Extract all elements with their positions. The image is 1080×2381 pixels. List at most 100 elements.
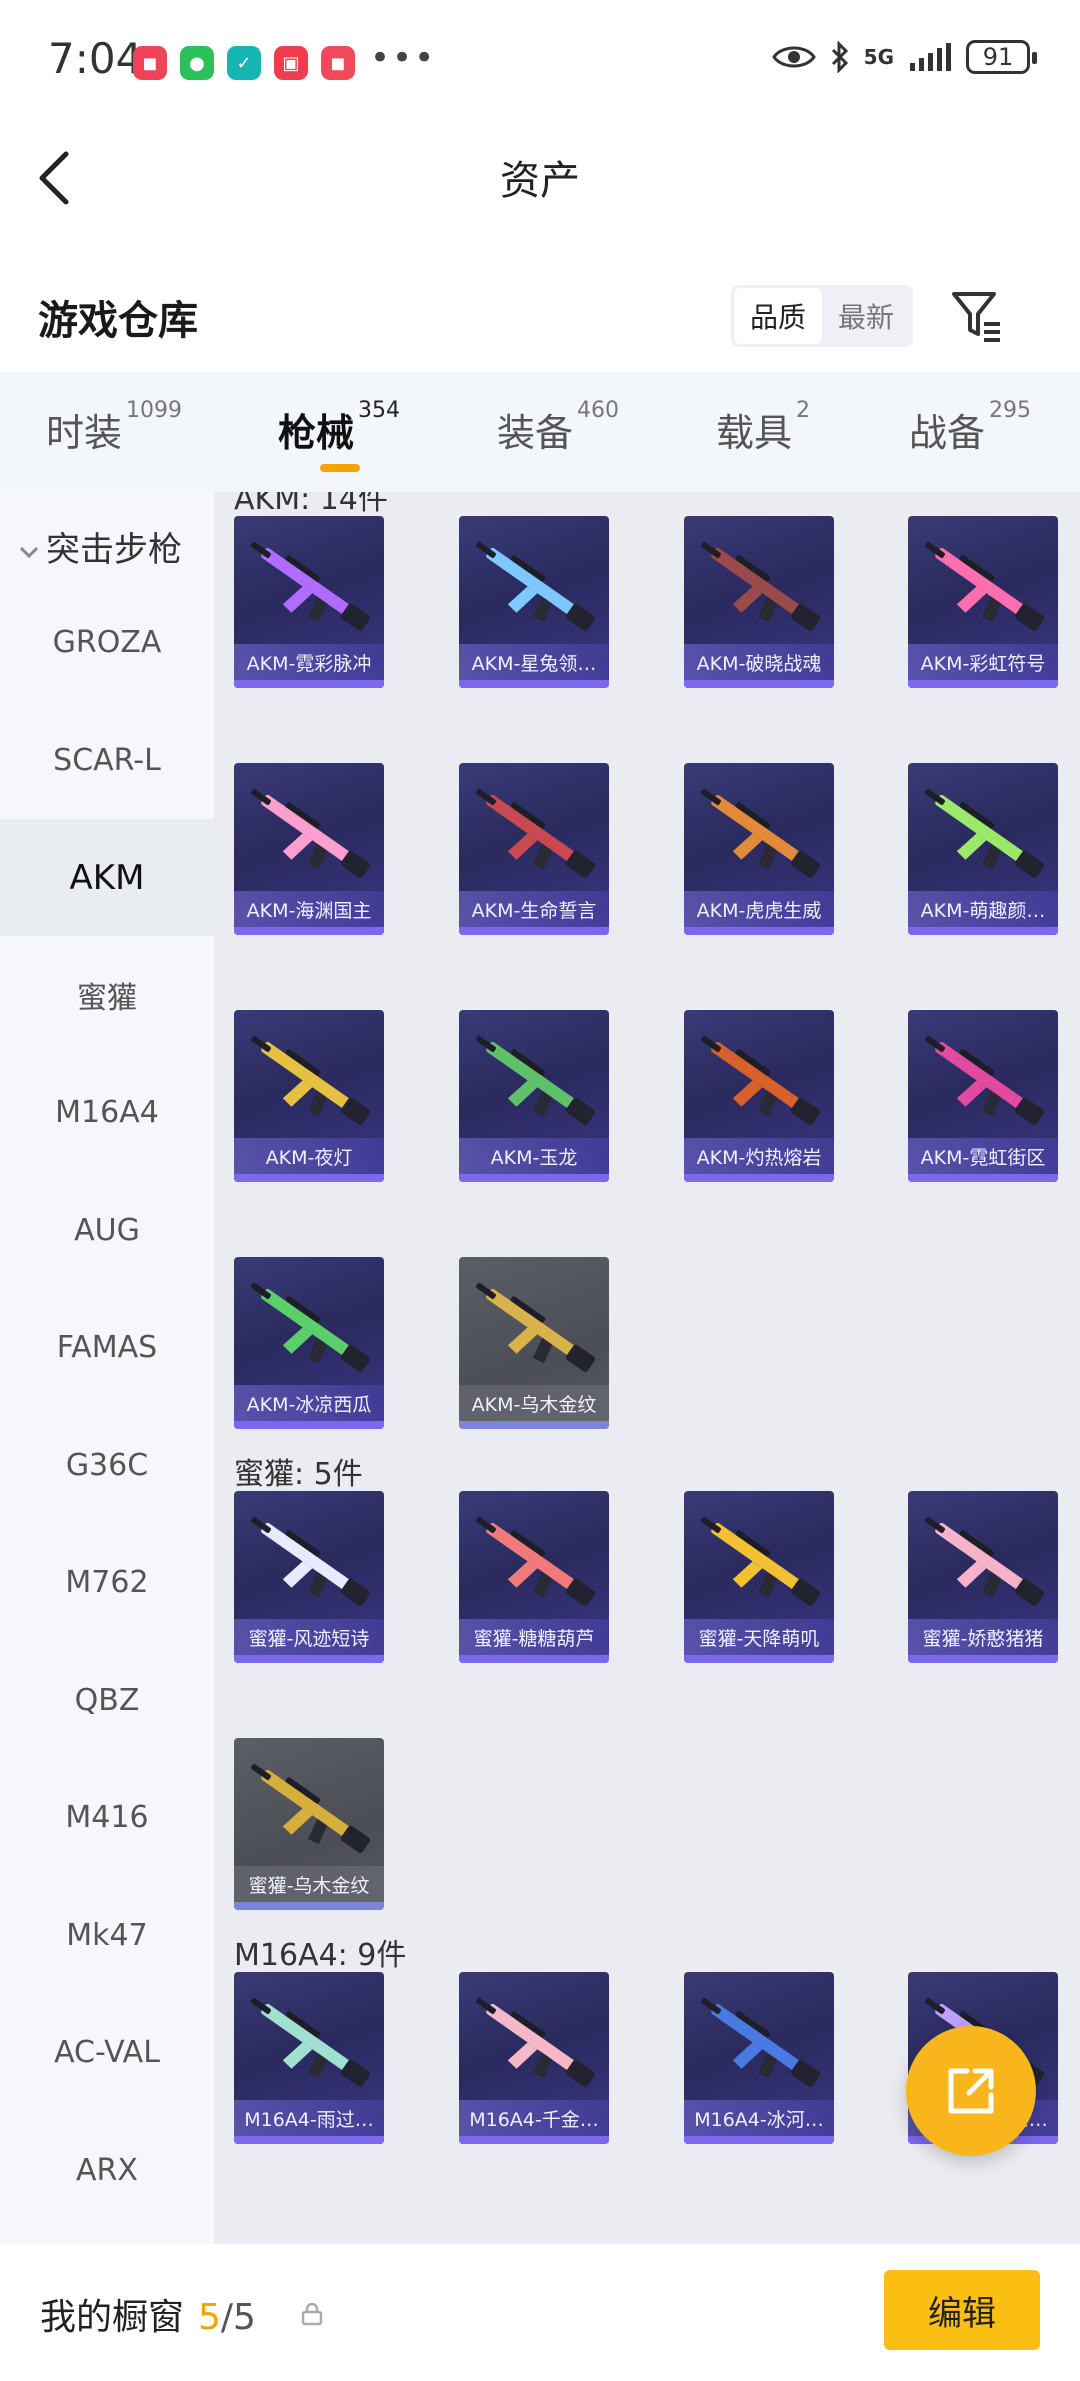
weapon-name: AKM-生命誓言 bbox=[459, 891, 609, 927]
weapon-card[interactable]: AKM-玉龙 bbox=[459, 1010, 609, 1182]
sidebar-item[interactable]: 蜜獾 bbox=[0, 937, 214, 1054]
rarity-strip bbox=[908, 1174, 1058, 1182]
gun-skin-icon bbox=[476, 1035, 596, 1125]
sort-toggle: 品质 最新 bbox=[731, 285, 914, 347]
gun-skin-icon bbox=[925, 788, 1045, 878]
sidebar-item[interactable]: AC-VAL bbox=[0, 1994, 214, 2111]
weapon-card[interactable]: 蜜獾-天降萌叽 bbox=[684, 1491, 834, 1663]
gun-skin-icon bbox=[925, 1035, 1045, 1125]
weapon-name: 蜜獾-娇憨猪猪 bbox=[908, 1619, 1058, 1655]
weapon-card[interactable]: AKM-星兔领… bbox=[459, 516, 609, 688]
sidebar-item[interactable]: AUG bbox=[0, 1172, 214, 1289]
tab-fashion[interactable]: 时装1099 bbox=[46, 398, 182, 457]
sidebar-item[interactable]: SCAR-L bbox=[0, 702, 214, 819]
rarity-strip bbox=[459, 680, 609, 688]
notification-icons: ◼ ● ✓ ▣ ◼ bbox=[133, 46, 355, 80]
weapon-card[interactable]: AKM-灼热熔岩 bbox=[684, 1010, 834, 1182]
weapon-name: AKM-玉龙 bbox=[459, 1138, 609, 1174]
rarity-strip bbox=[459, 1655, 609, 1663]
sidebar-item[interactable]: Mk47 bbox=[0, 1877, 214, 1994]
tab-count: 2 bbox=[796, 398, 811, 423]
weapon-name: AKM-海渊国主 bbox=[234, 891, 384, 927]
rarity-strip bbox=[684, 680, 834, 688]
tab-vehicles[interactable]: 载具2 bbox=[716, 398, 810, 457]
tab-label: 载具 bbox=[716, 411, 793, 455]
weapon-sidebar: 突击步枪 GROZA SCAR-L AKM 蜜獾 M16A4 AUG FAMAS G36C M7… bbox=[0, 492, 214, 2244]
weapon-card[interactable]: M16A4-雨过… bbox=[234, 1972, 384, 2144]
sidebar-item[interactable]: FAMAS bbox=[0, 1289, 214, 1406]
rarity-strip bbox=[684, 1174, 834, 1182]
weapon-card[interactable]: 蜜獾-糖糖葫芦 bbox=[459, 1491, 609, 1663]
weapon-card[interactable]: AKM-霓彩脉冲 bbox=[234, 516, 384, 688]
sidebar-item[interactable]: M762 bbox=[0, 1524, 214, 1641]
weapon-card[interactable]: M16A4-千金… bbox=[459, 1972, 609, 2144]
gun-skin-icon bbox=[925, 541, 1045, 631]
weapon-card[interactable]: 蜜獾-风迹短诗 bbox=[234, 1491, 384, 1663]
weapon-card[interactable]: 蜜獾-娇憨猪猪 bbox=[908, 1491, 1058, 1663]
tab-firearms[interactable]: 枪械354 bbox=[278, 398, 400, 457]
sidebar-item[interactable]: ARX bbox=[0, 2112, 214, 2229]
weapon-card[interactable]: AKM-萌趣颜… bbox=[908, 763, 1058, 935]
weapon-name: M16A4-冰河… bbox=[684, 2100, 834, 2136]
weapon-name: AKM-乌木金纹 bbox=[459, 1385, 609, 1421]
category-tabs: 时装1099 枪械354 装备460 载具2 战备295 bbox=[0, 372, 1080, 492]
tab-label: 装备 bbox=[497, 411, 574, 455]
weapon-card[interactable]: AKM-海渊国主 bbox=[234, 763, 384, 935]
gun-skin-icon bbox=[701, 788, 821, 878]
sidebar-item[interactable]: AKM bbox=[0, 819, 214, 936]
weapon-card[interactable]: AKM-破晓战魂 bbox=[684, 516, 834, 688]
sort-quality-button[interactable]: 品质 bbox=[734, 288, 823, 344]
weapon-grid: AKM: 14件 AKM-霓彩脉冲 AKM-星兔领… AKM-破晓战魂 AKM-彩虹符号… bbox=[214, 492, 1080, 2244]
gun-skin-icon bbox=[476, 541, 596, 631]
tab-count: 1099 bbox=[126, 398, 183, 423]
sidebar-item[interactable]: G36C bbox=[0, 1407, 214, 1524]
gun-skin-icon bbox=[925, 1516, 1045, 1606]
status-time: 7:04 bbox=[48, 34, 143, 83]
gun-skin-icon bbox=[476, 788, 596, 878]
weapon-card[interactable]: 蜜獾-乌木金纹 bbox=[234, 1738, 384, 1910]
weapon-card[interactable]: AKM-虎虎生威 bbox=[684, 763, 834, 935]
weapon-card[interactable]: AKM-乌木金纹 bbox=[459, 1257, 609, 1429]
filter-icon[interactable] bbox=[950, 286, 1004, 346]
sidebar-item[interactable]: GROZA bbox=[0, 584, 214, 701]
wechat-icon: ● bbox=[180, 46, 214, 80]
shopping-app-icon: ◼ bbox=[133, 46, 167, 80]
signal-icon bbox=[910, 43, 951, 71]
weapon-card[interactable]: AKM-彩虹符号 bbox=[908, 516, 1058, 688]
sidebar-group-assault-rifles[interactable]: 突击步枪 bbox=[18, 522, 182, 571]
weapon-name: AKM-萌趣颜… bbox=[908, 891, 1058, 927]
weapon-name: M16A4-千金… bbox=[459, 2100, 609, 2136]
rarity-strip bbox=[459, 927, 609, 935]
rarity-strip bbox=[684, 1655, 834, 1663]
sidebar-item[interactable]: M16A4 bbox=[0, 1054, 214, 1171]
weapon-card[interactable]: AKM-夜灯 bbox=[234, 1010, 384, 1182]
rarity-strip bbox=[459, 2136, 609, 2144]
sidebar-item[interactable]: M416 bbox=[0, 1759, 214, 1876]
showcase-title: 我的橱窗 bbox=[40, 2297, 185, 2338]
rarity-strip bbox=[234, 2136, 384, 2144]
tab-supplies[interactable]: 战备295 bbox=[909, 398, 1031, 457]
share-button[interactable] bbox=[906, 2026, 1036, 2156]
edit-button[interactable]: 编辑 bbox=[884, 2270, 1040, 2350]
active-tab-indicator bbox=[320, 464, 360, 472]
weapon-card[interactable]: AKM-冰凉西瓜 bbox=[234, 1257, 384, 1429]
weapon-card[interactable]: M16A4-冰河… bbox=[684, 1972, 834, 2144]
sidebar-item[interactable]: QBZ bbox=[0, 1642, 214, 1759]
weapon-card[interactable]: AKM-生命誓言 bbox=[459, 763, 609, 935]
gun-skin-icon bbox=[251, 1282, 371, 1372]
more-notifications-icon: ••• bbox=[370, 38, 437, 78]
security-app-icon: ✓ bbox=[227, 46, 261, 80]
rarity-strip bbox=[908, 680, 1058, 688]
tab-equipment[interactable]: 装备460 bbox=[497, 398, 619, 457]
gun-skin-icon bbox=[476, 1516, 596, 1606]
weapon-name: AKM-虎虎生威 bbox=[684, 891, 834, 927]
gun-skin-icon bbox=[476, 1997, 596, 2087]
tab-count: 295 bbox=[989, 398, 1032, 423]
gun-skin-icon bbox=[251, 1516, 371, 1606]
weapon-name: 蜜獾-糖糖葫芦 bbox=[459, 1619, 609, 1655]
network-5g-icon: 5G bbox=[863, 45, 894, 69]
share-icon bbox=[948, 2068, 994, 2114]
weapon-card[interactable]: AKM-霓虹街区 bbox=[908, 1010, 1058, 1182]
sort-latest-button[interactable]: 最新 bbox=[822, 288, 910, 344]
gun-skin-icon bbox=[251, 788, 371, 878]
